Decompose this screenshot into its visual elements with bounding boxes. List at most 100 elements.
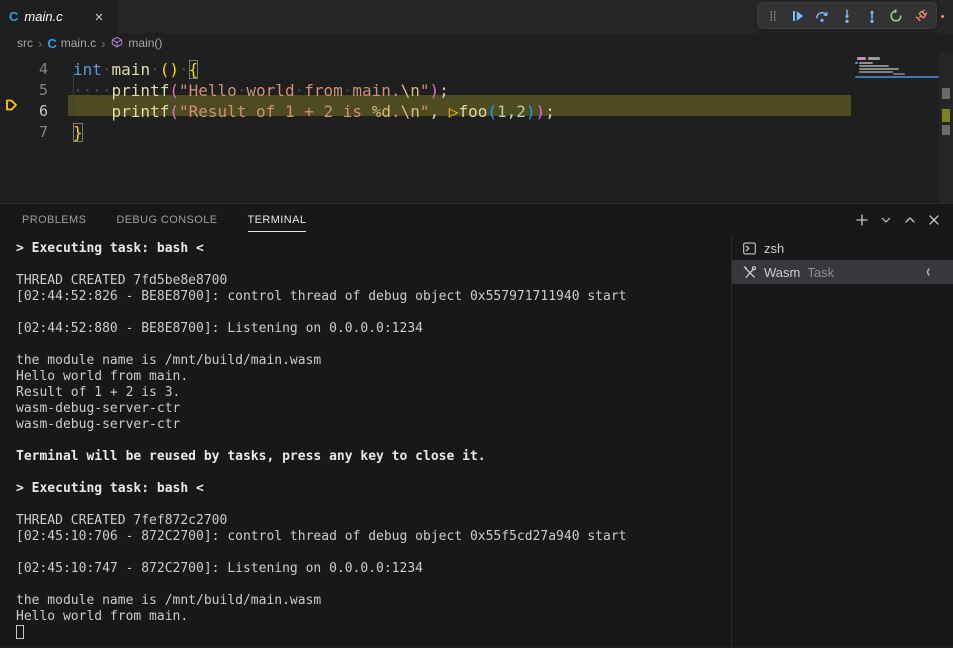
terminal-list-label: Wasm [764,265,800,280]
terminal-line: THREAD CREATED 7fd5be8e8700 [16,273,731,289]
step-into-button[interactable] [835,3,860,28]
close-tab-icon[interactable] [89,7,109,27]
instruction-pointer-icon: ▷ [449,102,459,121]
tools-icon [742,265,757,280]
terminal-line: THREAD CREATED 7fef872c2700 [16,513,731,529]
overview-ruler-mark [942,125,950,135]
minimap-line [859,71,893,73]
breadcrumb-item-main--[interactable]: main() [108,36,164,50]
drag-handle[interactable] [761,3,786,28]
terminal-line: Hello world from main. [16,609,731,625]
debug-step-over-icon [814,8,830,24]
breadcrumb-item-src[interactable]: src [15,36,35,50]
terminal-line: [02:45:10:706 - 872C2700]: control threa… [16,529,731,545]
bottom-panel: PROBLEMS DEBUG CONSOLE TERMINAL > Executin… [0,203,953,647]
disconnect-button[interactable] [908,3,933,28]
terminal-line [16,545,731,561]
terminal-line [16,625,731,641]
close-icon [926,212,942,228]
terminal-cursor [16,625,24,639]
notification-dot [941,15,944,18]
tab-main-c[interactable]: C main.c [0,0,118,33]
breadcrumb-separator: › [35,36,45,51]
terminal-line: > Executing task: bash < [16,481,731,497]
terminal-line [16,305,731,321]
debug-restart-icon [888,8,904,24]
terminal-list-item-zsh[interactable]: zsh [732,236,953,260]
panel-header: PROBLEMS DEBUG CONSOLE TERMINAL [0,204,953,236]
debug-step-into-icon [839,8,855,24]
close-panel-button[interactable] [923,209,945,231]
line-number: 7 [0,122,48,143]
terminal-tab-list: zsh WasmTask [731,236,953,648]
plus-icon [854,212,870,228]
minimap-line [868,57,880,60]
maximize-panel-button[interactable] [899,209,921,231]
panel-tab-terminal[interactable]: TERMINAL [248,208,307,232]
terminal-line: [02:44:52:880 - BE8E8700]: Listening on … [16,321,731,337]
c-file-icon: C [47,36,56,51]
terminal-line: > Executing task: bash < [16,241,731,257]
debug-toolbar [757,2,937,29]
chevron-up-icon [902,212,918,228]
terminal-line: Hello world from main. [16,369,731,385]
minimap[interactable] [855,53,939,203]
terminal-profile-dropdown[interactable] [875,209,897,231]
terminal-icon [742,241,757,256]
continue-button[interactable] [786,3,811,28]
symbol-cube-icon [110,36,124,50]
code-text: } [73,122,83,143]
panel-tab-debug-console[interactable]: DEBUG CONSOLE [116,208,217,232]
breadcrumb-label: src [17,36,33,50]
task-spinner-icon [925,265,939,279]
gripper-icon [766,8,780,24]
restart-button[interactable] [884,3,909,28]
step-out-button[interactable] [859,3,884,28]
terminal-line: [02:45:10:747 - 872C2700]: Listening on … [16,561,731,577]
debug-step-out-icon [864,8,880,24]
line-number: 6 [0,101,48,122]
breadcrumb-label: main() [128,36,162,50]
line-number: 4 [0,59,48,80]
terminal-line [16,577,731,593]
minimap-line [859,62,873,64]
terminal-line [16,497,731,513]
code-text: ····printf("Result·of·1·+·2·is·%d.\n",·▷… [73,101,555,122]
minimap-viewport-line [855,76,939,78]
code-text: ····printf("Hello·world·from·main.\n"); [73,80,449,101]
minimap-line [893,73,905,75]
terminal-line: [02:44:52:826 - BE8E8700]: control threa… [16,289,731,305]
terminal-line: the module name is /mnt/build/main.wasm [16,593,731,609]
terminal-line: wasm-debug-server-ctr [16,401,731,417]
terminal-line: Terminal will be reused by tasks, press … [16,449,731,465]
terminal-output[interactable]: > Executing task: bash < THREAD CREATED 7… [0,236,731,648]
debug-continue-icon [790,8,806,24]
terminal-list-item-wasm[interactable]: WasmTask [732,260,953,284]
terminal-line [16,337,731,353]
overview-ruler-mark [942,88,950,99]
breadcrumb: src›Cmain.c›main() [0,33,953,53]
debug-disconnect-icon [913,8,929,24]
minimap-line [859,65,889,67]
code-text: int·main·()·{ [73,59,198,80]
tab-label: main.c [24,9,62,24]
new-terminal-button[interactable] [851,209,873,231]
minimap-line [859,68,899,70]
terminal-list-label: zsh [764,241,784,256]
terminal-line: the module name is /mnt/build/main.wasm [16,353,731,369]
line-number: 5 [0,80,48,101]
code-editor[interactable]: 4 int·main·()·{ 5 ····printf("Hello·world·f… [0,53,953,203]
step-over-button[interactable] [810,3,835,28]
breadcrumb-separator: › [98,36,108,51]
terminal-line [16,433,731,449]
terminal-line [16,257,731,273]
chevron-down-icon [879,213,893,227]
breadcrumb-item-main-c[interactable]: Cmain.c [45,36,98,51]
minimap-line [855,62,858,64]
terminal-line: wasm-debug-server-ctr [16,417,731,433]
panel-tab-problems[interactable]: PROBLEMS [22,208,86,232]
editor-scrollbar[interactable] [939,53,953,203]
minimap-line [857,57,866,60]
terminal-line [16,465,731,481]
terminal-line: Result of 1 + 2 is 3. [16,385,731,401]
